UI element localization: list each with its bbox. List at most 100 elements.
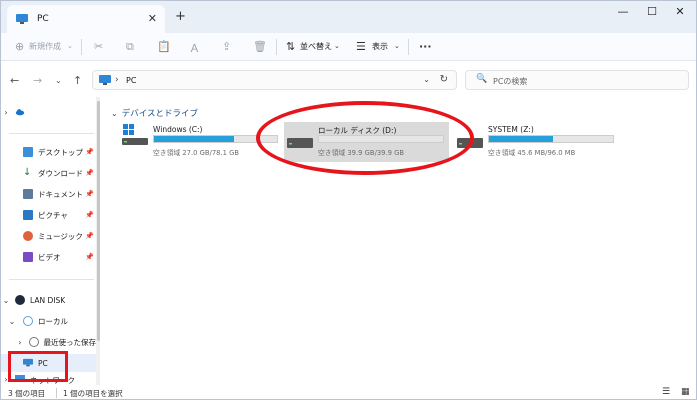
lan-disk-icon <box>15 295 25 305</box>
picture-icon <box>23 210 33 220</box>
address-row: ← → ⌄ ↑ › PC ⌄ ↻ 🔍 PCの検索 <box>1 61 696 97</box>
tab-pc[interactable]: PC ✕ <box>7 5 165 33</box>
up-arrow-icon[interactable]: ↑ <box>73 74 82 87</box>
sidebar-item-pictures[interactable]: ピクチャ 📌 <box>1 206 96 224</box>
refresh-icon[interactable]: ↻ <box>440 74 448 85</box>
annotation-ellipse <box>256 101 474 175</box>
breadcrumb-separator: › <box>115 75 119 85</box>
item-count: 3 個の項目 <box>8 389 46 398</box>
sidebar-item-label: ミュージック <box>38 231 83 241</box>
search-placeholder: PCの検索 <box>493 77 528 86</box>
cut-icon[interactable]: ✂ <box>94 40 103 53</box>
forward-arrow-icon[interactable]: → <box>33 74 42 87</box>
maximize-button[interactable]: ☐ <box>642 5 662 21</box>
new-tab-icon[interactable]: + <box>175 9 186 24</box>
status-bar: 3 個の項目 1 個の項目を選択 ☰ ▦ <box>1 385 696 399</box>
document-icon <box>23 189 33 199</box>
close-button[interactable]: ✕ <box>670 5 690 21</box>
download-icon: ↓ <box>23 167 32 178</box>
pin-icon: 📌 <box>85 232 94 240</box>
tiles-view-icon[interactable]: ▦ <box>681 387 690 397</box>
sidebar-item-label: ローカル <box>38 316 68 326</box>
view-icon: ☰ <box>356 40 366 53</box>
minimize-button[interactable]: — <box>613 5 633 21</box>
command-bar: ⊕ 新規作成 ⌄ ✂ ⧉ 📋 Ａ ⇪ 🗑 ⇅ 並べ替え ⌄ ☰ 表示 ⌄ ··· <box>1 33 696 61</box>
drive-item-z[interactable]: SYSTEM (Z:) 空き領域 45.6 MB/96.0 MB <box>454 122 624 162</box>
desktop-icon <box>23 147 33 157</box>
sort-icon: ⇅ <box>286 40 296 53</box>
drive-free-space: 空き領域 45.6 MB/96.0 MB <box>488 149 576 157</box>
sidebar-item-label: ビデオ <box>38 252 61 262</box>
sidebar-item-label: LAN DISK <box>30 295 66 305</box>
sidebar-item-lan-disk[interactable]: ⌄ LAN DISK <box>1 291 96 309</box>
new-button[interactable]: 新規作成 <box>29 41 61 52</box>
sidebar-item-label: ダウンロード <box>38 168 83 178</box>
file-explorer-window: PC ✕ + — ☐ ✕ ⊕ 新規作成 ⌄ ✂ ⧉ 📋 Ａ ⇪ 🗑 ⇅ 並べ替え… <box>0 0 697 400</box>
selection-count: 1 個の項目を選択 <box>63 389 123 398</box>
collapse-chevron-icon[interactable]: ⌄ <box>1 296 11 305</box>
sidebar-item-onedrive[interactable]: › <box>1 103 96 121</box>
divider <box>9 279 94 280</box>
more-options-button[interactable]: ··· <box>419 40 432 53</box>
new-icon: ⊕ <box>15 40 25 53</box>
sort-chevron-icon: ⌄ <box>334 42 340 50</box>
tab-bar: PC ✕ + — ☐ ✕ <box>1 1 696 33</box>
sidebar-item-local[interactable]: ⌄ ローカル <box>1 312 96 330</box>
paste-icon[interactable]: 📋 <box>157 40 171 53</box>
cloud-icon <box>15 109 25 116</box>
content-pane: ⌄ デバイスとドライブ Windows (C:) 空き領域 27.0 GB/78… <box>101 97 696 385</box>
tab-close-icon[interactable]: ✕ <box>148 12 157 25</box>
music-icon <box>23 231 33 241</box>
address-bar[interactable]: › PC ⌄ ↻ <box>92 70 457 90</box>
local-icon <box>23 316 33 326</box>
pc-icon <box>16 14 28 24</box>
view-button[interactable]: 表示 <box>372 41 388 52</box>
divider <box>56 388 57 398</box>
collapse-chevron-icon[interactable]: ⌄ <box>7 317 17 326</box>
video-icon <box>23 252 33 262</box>
collapse-chevron-icon[interactable]: ⌄ <box>111 109 118 118</box>
drive-item-c[interactable]: Windows (C:) 空き領域 27.0 GB/78.1 GB <box>119 122 279 162</box>
recent-chevron-icon[interactable]: ⌄ <box>55 76 62 85</box>
rename-icon[interactable]: Ａ <box>189 40 200 56</box>
divider <box>276 39 277 55</box>
pin-icon: 📌 <box>85 253 94 261</box>
sidebar-item-downloads[interactable]: ↓ ダウンロード 📌 <box>1 164 96 182</box>
sidebar-item-label: デスクトップ <box>38 147 83 157</box>
sidebar-item-documents[interactable]: ドキュメント 📌 <box>1 185 96 203</box>
search-icon: 🔍 <box>476 74 488 84</box>
tab-title: PC <box>37 14 49 24</box>
drive-free-space: 空き領域 27.0 GB/78.1 GB <box>153 149 240 157</box>
pin-icon: 📌 <box>85 190 94 198</box>
expand-chevron-icon[interactable]: › <box>15 338 25 347</box>
sidebar-item-recent[interactable]: › 最近使った保存 <box>1 333 96 351</box>
pin-icon: 📌 <box>85 169 94 177</box>
navigation-pane: › デスクトップ 📌 ↓ ダウンロード 📌 ドキュメント 📌 ピクチャ 📌 ミュ… <box>1 97 101 385</box>
delete-icon[interactable]: 🗑 <box>253 40 267 53</box>
sidebar-item-label: ピクチャ <box>38 210 68 220</box>
annotation-box <box>8 351 68 382</box>
drive-usage-fill <box>489 136 554 142</box>
pin-icon: 📌 <box>85 211 94 219</box>
copy-icon[interactable]: ⧉ <box>126 40 134 54</box>
sidebar-item-desktop[interactable]: デスクトップ 📌 <box>1 143 96 161</box>
breadcrumb-pc[interactable]: PC <box>126 76 136 85</box>
sort-button[interactable]: 並べ替え <box>300 41 332 52</box>
address-dropdown-icon[interactable]: ⌄ <box>423 75 430 84</box>
drive-name: Windows (C:) <box>153 125 203 134</box>
divider <box>9 133 94 134</box>
sidebar-scrollbar-thumb[interactable] <box>97 101 100 341</box>
share-icon[interactable]: ⇪ <box>222 40 231 53</box>
details-view-icon[interactable]: ☰ <box>662 387 670 397</box>
divider <box>408 39 409 55</box>
sidebar-item-videos[interactable]: ビデオ 📌 <box>1 248 96 266</box>
search-input[interactable]: 🔍 PCの検索 <box>465 70 689 90</box>
pin-icon: 📌 <box>85 148 94 156</box>
group-header[interactable]: ⌄ デバイスとドライブ <box>111 107 198 120</box>
sidebar-item-label: 最近使った保存 <box>43 337 97 347</box>
drive-usage-fill <box>154 136 234 142</box>
back-arrow-icon[interactable]: ← <box>10 74 19 87</box>
sidebar-item-music[interactable]: ミュージック 📌 <box>1 227 96 245</box>
sidebar-item-label: ドキュメント <box>38 189 83 199</box>
expand-chevron-icon[interactable]: › <box>1 108 11 117</box>
